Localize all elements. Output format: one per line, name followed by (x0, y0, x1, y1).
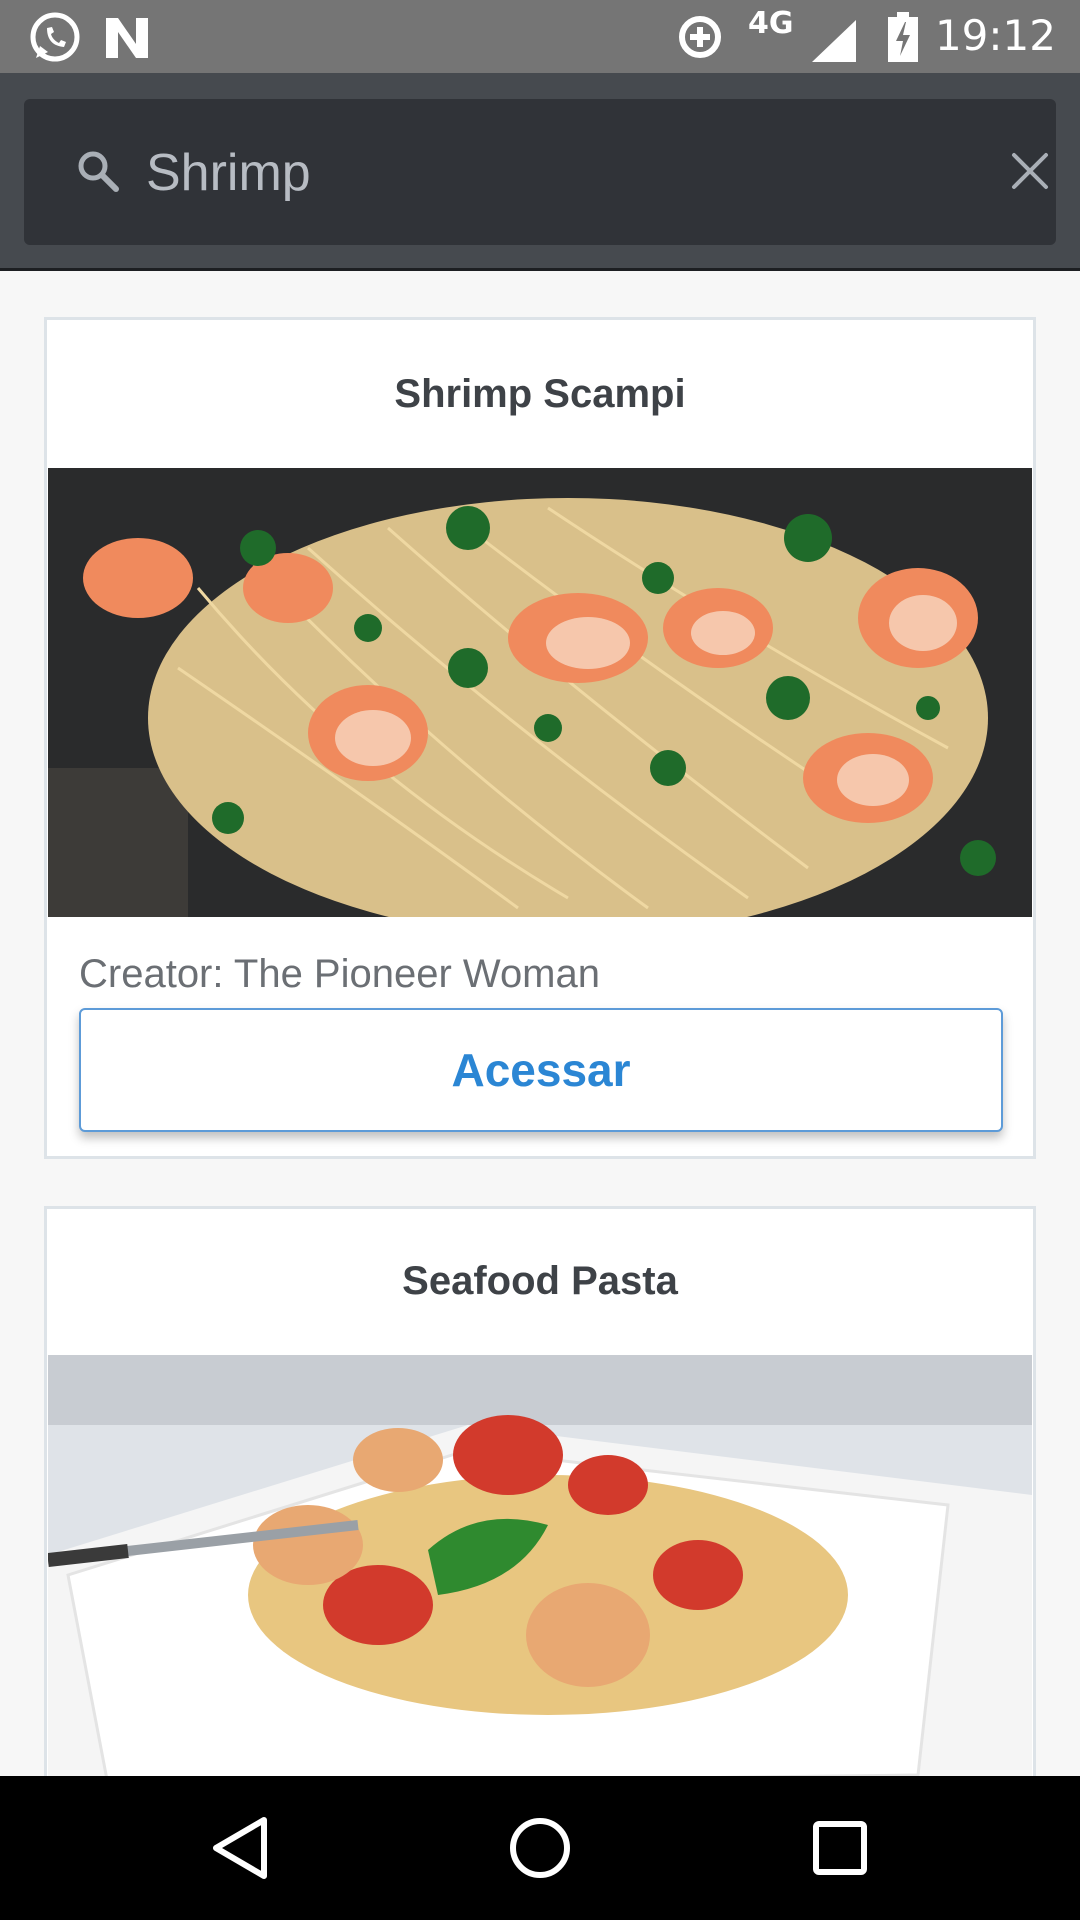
back-icon[interactable] (210, 1814, 270, 1887)
search-input[interactable] (144, 129, 978, 217)
recents-icon[interactable] (812, 1814, 868, 1887)
recipe-creator: Creator: The Pioneer Woman (79, 952, 600, 996)
app-bar (0, 73, 1080, 271)
recipe-title: Shrimp Scampi (394, 372, 686, 416)
n-notification-icon (104, 10, 150, 69)
close-icon[interactable] (1008, 149, 1052, 198)
battery-charging-icon (888, 12, 918, 67)
status-bar: 4G 19:12 (0, 0, 1080, 73)
home-icon[interactable] (508, 1814, 572, 1887)
network-type-label: 4G (748, 6, 794, 41)
recipe-list: Shrimp Scampi Creator: The Pioneer Woman… (0, 271, 1080, 1776)
access-button[interactable]: Acessar (79, 1008, 1003, 1132)
search-box[interactable] (24, 99, 1056, 245)
recipe-title: Seafood Pasta (402, 1259, 678, 1303)
recipe-image (48, 468, 1032, 917)
signal-icon (810, 18, 858, 69)
navigation-bar (0, 1776, 1080, 1920)
search-icon (74, 147, 122, 200)
status-time: 19:12 (934, 11, 1056, 60)
recipe-image (48, 1355, 1032, 1776)
data-saver-icon (676, 10, 724, 69)
recipe-card: Shrimp Scampi Creator: The Pioneer Woman… (44, 317, 1036, 1159)
recipe-card: Seafood Pasta (44, 1206, 1036, 1776)
whatsapp-icon (28, 10, 82, 69)
